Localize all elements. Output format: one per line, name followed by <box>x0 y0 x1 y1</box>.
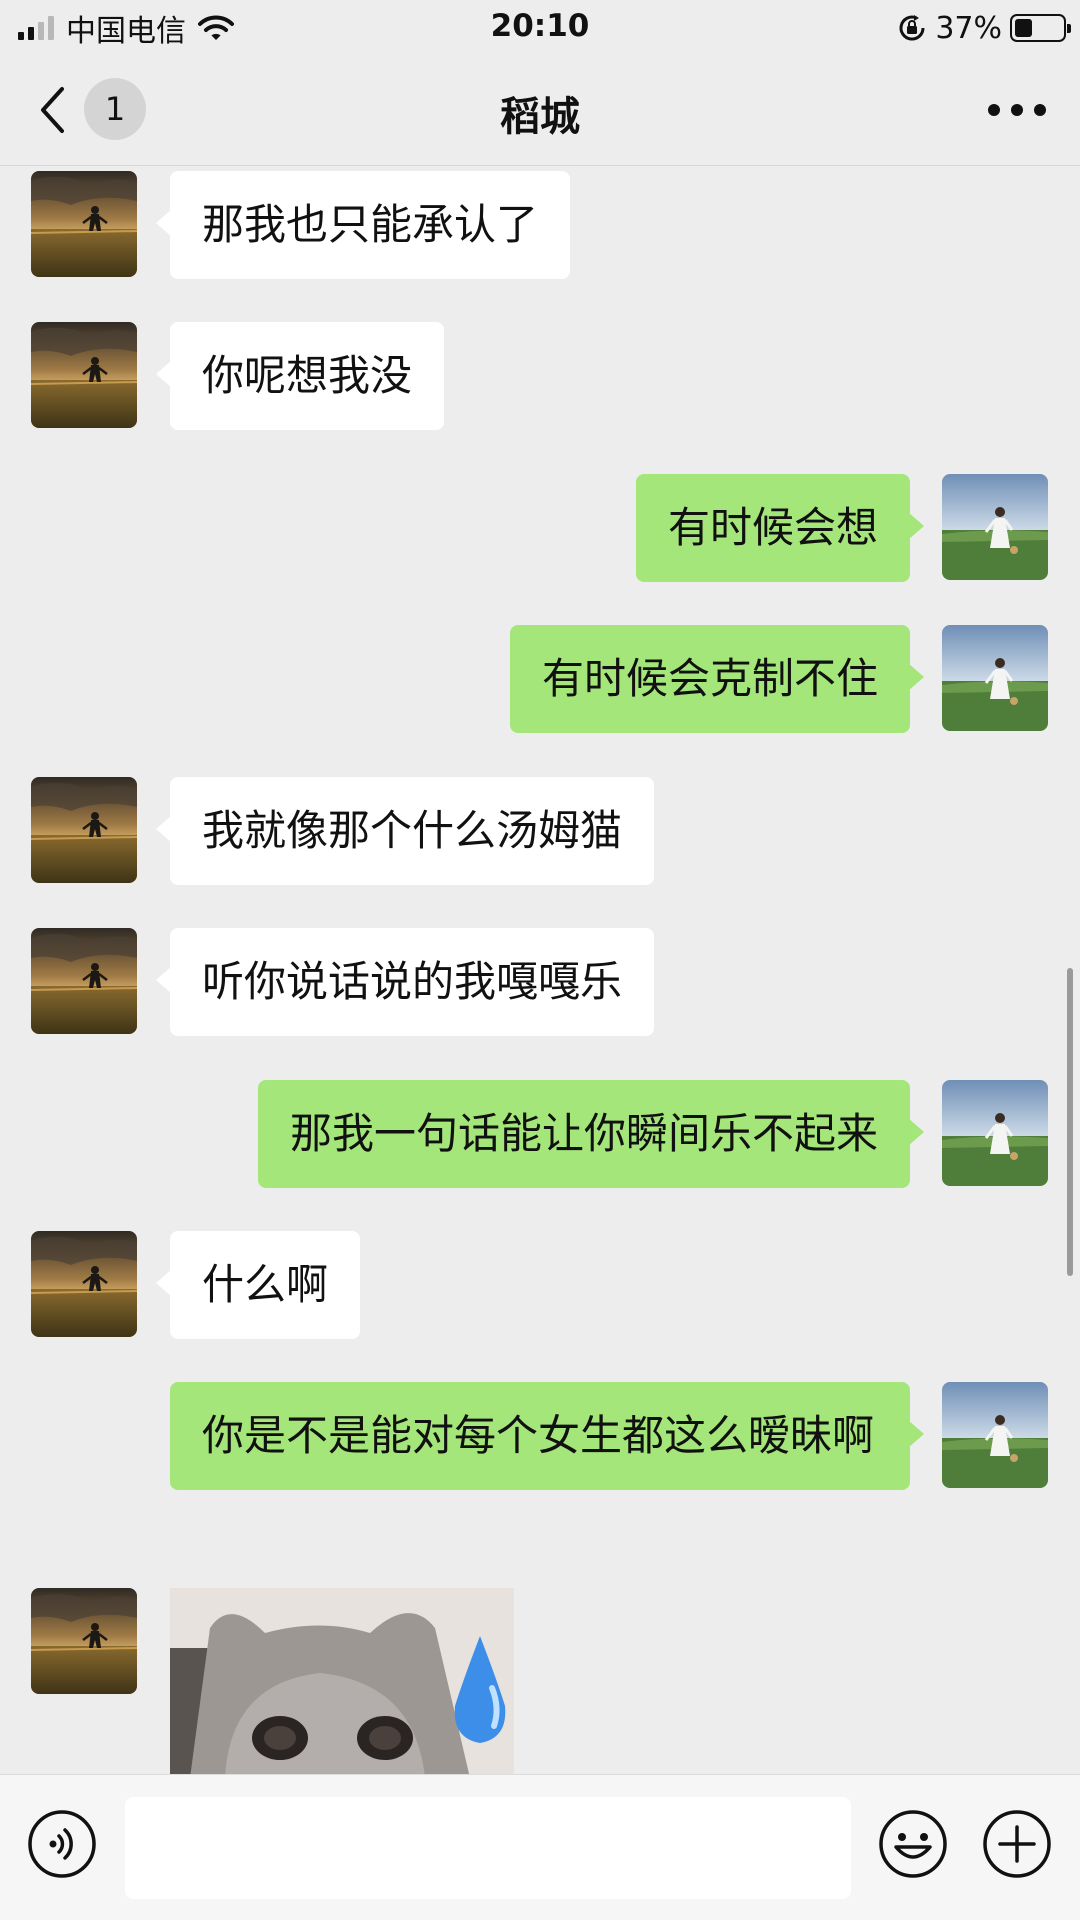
my-avatar[interactable] <box>942 1382 1048 1488</box>
message-bubble[interactable]: 什么啊 <box>155 1231 361 1339</box>
nav-bar: 1 稻城 <box>0 56 1080 166</box>
battery-icon <box>1010 14 1071 42</box>
my-avatar[interactable] <box>942 625 1048 731</box>
more-dot <box>1034 104 1046 116</box>
input-bar <box>0 1774 1080 1920</box>
contact-avatar[interactable] <box>31 322 137 428</box>
my-avatar[interactable] <box>942 1080 1048 1186</box>
battery-level <box>1015 19 1033 37</box>
chat-screen: 中国电信 20:10 37% 1 稻城 那我也只能承认了 你呢想我没 有时候会想… <box>0 0 1080 1920</box>
contact-avatar[interactable] <box>31 1588 137 1694</box>
voice-input-button[interactable] <box>27 1809 97 1879</box>
more-options-button[interactable] <box>988 92 1046 128</box>
plus-circle-icon <box>983 1810 1051 1878</box>
status-bar: 中国电信 20:10 37% <box>0 0 1080 56</box>
chat-title: 稻城 <box>500 94 580 140</box>
status-right: 37% <box>897 8 1071 48</box>
contact-avatar[interactable] <box>31 777 137 883</box>
battery-percent: 37% <box>935 10 1002 46</box>
crying-cat-sticker[interactable] <box>170 1588 514 1774</box>
smiley-icon <box>879 1810 947 1878</box>
scroll-indicator[interactable] <box>1067 968 1073 1276</box>
more-dot <box>988 104 1000 116</box>
message-bubble[interactable]: 我就像那个什么汤姆猫 <box>155 777 655 885</box>
message-bubble[interactable]: 那我也只能承认了 <box>155 171 571 279</box>
contact-avatar[interactable] <box>31 928 137 1034</box>
message-bubble[interactable]: 有时候会想 <box>635 474 925 582</box>
message-list[interactable]: 那我也只能承认了 你呢想我没 有时候会想 有时候会克制不住 我就像那个什么汤姆猫 <box>0 167 1080 1774</box>
message-bubble[interactable]: 那我一句话能让你瞬间乐不起来 <box>257 1080 925 1188</box>
message-bubble[interactable]: 你是不是能对每个女生都这么暧昧啊 <box>170 1382 924 1490</box>
message-bubble[interactable]: 听你说话说的我嘎嘎乐 <box>155 928 655 1036</box>
message-bubble[interactable]: 有时候会克制不住 <box>509 625 925 733</box>
voice-icon <box>28 1810 96 1878</box>
emoji-button[interactable] <box>878 1809 948 1879</box>
contact-avatar[interactable] <box>31 171 137 277</box>
my-avatar[interactable] <box>942 474 1048 580</box>
more-functions-button[interactable] <box>982 1809 1052 1879</box>
message-bubble[interactable]: 你呢想我没 <box>155 322 445 430</box>
contact-avatar[interactable] <box>31 1231 137 1337</box>
message-input[interactable] <box>125 1797 851 1899</box>
more-dot <box>1011 104 1023 116</box>
orientation-lock-icon <box>899 15 925 41</box>
